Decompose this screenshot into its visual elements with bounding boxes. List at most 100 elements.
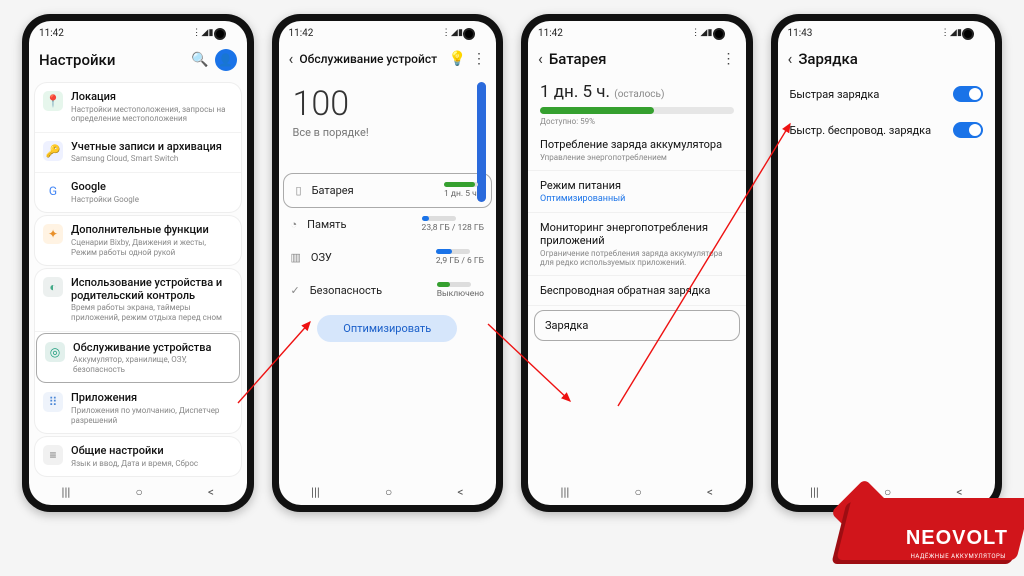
section-title: Зарядка [545, 319, 729, 332]
battery-sections: Потребление заряда аккумулятораУправлени… [528, 130, 746, 345]
metric-label: Безопасность [310, 284, 427, 297]
settings-item[interactable]: ⠿ Приложения Приложения по умолчанию, Ди… [35, 384, 241, 433]
settings-group: 📍 Локация Настройки местоположения, запр… [35, 83, 241, 212]
settings-group: ≡ Общие настройки Язык и ввод, Дата и вр… [35, 437, 241, 476]
toggle-switch[interactable] [953, 86, 983, 102]
recents-button[interactable]: ||| [62, 485, 71, 499]
item-subtitle: Настройки местоположения, запросы на опр… [71, 105, 233, 124]
back-icon[interactable]: ‹ [788, 49, 793, 68]
clock: 11:43 [788, 28, 813, 39]
camera-cutout [214, 28, 226, 40]
nav-bar: ||| ○ < [528, 479, 746, 505]
metric-value: 1 дн. 5 ч. [444, 189, 479, 199]
settings-item[interactable]: 🔑 Учетные записи и архивация Samsung Clo… [35, 133, 241, 173]
optimize-button[interactable]: Оптимизировать [317, 315, 457, 342]
section-title: Беспроводная обратная зарядка [540, 284, 734, 297]
item-subtitle: Аккумулятор, хранилище, ОЗУ, безопасност… [73, 355, 231, 374]
camera-cutout [463, 28, 475, 40]
status-icons: ⋮ ◢ ▮ [691, 28, 711, 38]
toggle-list: Быстрая зарядка Быстр. беспровод. зарядк… [778, 76, 996, 148]
lightbulb-icon[interactable]: 💡 [449, 51, 466, 67]
page-title: Батарея [549, 50, 716, 68]
battery-section[interactable]: Мониторинг энергопотребления приложений О… [528, 213, 746, 276]
toggle-label: Быстр. беспровод. зарядка [790, 124, 954, 137]
neovolt-logo: NEOVOLT НАДЁЖНЫЕ АККУМУЛЯТОРЫ [834, 472, 1024, 568]
score-block: 100 Все в порядке! [279, 76, 497, 139]
search-icon[interactable]: 🔍 [191, 52, 208, 68]
more-icon[interactable]: ⋮ [722, 51, 736, 67]
header: ‹ Обслуживание устройст 💡 ⋮ [279, 45, 497, 76]
back-icon[interactable]: ‹ [538, 49, 543, 68]
battery-summary: 1 дн. 5 ч. (осталось) Доступно: 59% [528, 76, 746, 130]
back-icon[interactable]: ‹ [289, 49, 294, 68]
settings-group: ✦ Дополнительные функции Сценарии Bixby,… [35, 216, 241, 265]
item-icon: G [43, 181, 63, 201]
settings-item[interactable]: ◐ Использование устройства и родительски… [35, 269, 241, 331]
score-value: 100 [293, 84, 483, 124]
settings-item[interactable]: 📍 Локация Настройки местоположения, запр… [35, 83, 241, 133]
metric-list: ▯ Батарея 1 дн. 5 ч.◔ Память 23,8 ГБ / 1… [279, 173, 497, 307]
nav-bar: ||| ○ < [29, 479, 247, 505]
camera-cutout [713, 28, 725, 40]
more-icon[interactable]: ⋮ [472, 51, 486, 67]
metric-label: Батарея [312, 184, 434, 197]
section-value: Оптимизированный [540, 194, 734, 204]
toggle-row[interactable]: Быстр. беспровод. зарядка [778, 112, 996, 148]
battery-section[interactable]: Режим питания Оптимизированный [528, 171, 746, 213]
avatar[interactable]: 👤 [215, 49, 237, 71]
phone-settings: 11:42 ⋮ ◢ ▮ Настройки 🔍 👤 📍 Локация Наст… [22, 14, 254, 512]
battery-section[interactable]: Зарядка [534, 310, 740, 341]
back-button[interactable]: < [208, 485, 214, 499]
remaining-suffix: (осталось) [614, 89, 664, 100]
clock: 11:42 [289, 28, 314, 39]
recents-button[interactable]: ||| [311, 485, 320, 499]
metric-row[interactable]: ◔ Память 23,8 ГБ / 128 ГБ [279, 208, 497, 241]
settings-item[interactable]: G Google Настройки Google [35, 173, 241, 212]
metric-label: ОЗУ [311, 251, 426, 264]
section-subtitle: Ограничение потребления заряда аккумулят… [540, 249, 734, 267]
item-icon: 📍 [43, 91, 63, 111]
logo-brand: NEOVOLT [906, 527, 1008, 550]
item-subtitle: Время работы экрана, таймеры приложений,… [71, 303, 233, 322]
item-icon: ✦ [43, 224, 63, 244]
home-button[interactable]: ○ [634, 485, 641, 499]
header: Настройки 🔍 👤 [29, 45, 247, 79]
home-button[interactable]: ○ [135, 485, 142, 499]
item-subtitle: Приложения по умолчанию, Диспетчер разре… [71, 406, 233, 425]
settings-list[interactable]: 📍 Локация Настройки местоположения, запр… [29, 79, 247, 479]
toggle-switch[interactable] [953, 122, 983, 138]
item-title: Общие настройки [71, 445, 233, 458]
section-title: Мониторинг энергопотребления приложений [540, 221, 734, 247]
back-button[interactable]: < [457, 485, 463, 499]
metric-row[interactable]: ▥ ОЗУ 2,9 ГБ / 6 ГБ [279, 241, 497, 274]
phone-battery: 11:42 ⋮ ◢ ▮ ‹ Батарея ⋮ 1 дн. 5 ч. (оста… [521, 14, 753, 512]
toggle-row[interactable]: Быстрая зарядка [778, 76, 996, 112]
back-button[interactable]: < [707, 485, 713, 499]
recents-button[interactable]: ||| [810, 485, 819, 499]
settings-item[interactable]: ✦ Дополнительные функции Сценарии Bixby,… [35, 216, 241, 265]
time-remaining: 1 дн. 5 ч. [540, 82, 610, 102]
status-icons: ⋮ ◢ ▮ [192, 28, 212, 38]
metric-bar [436, 249, 470, 254]
item-icon: ◎ [45, 342, 65, 362]
settings-item[interactable]: ◎ Обслуживание устройства Аккумулятор, х… [36, 333, 240, 384]
score-caption: Все в порядке! [293, 126, 483, 139]
item-title: Локация [71, 91, 233, 104]
settings-item[interactable]: ≡ Общие настройки Язык и ввод, Дата и вр… [35, 437, 241, 476]
metric-row[interactable]: ▯ Батарея 1 дн. 5 ч. [283, 173, 493, 208]
clock: 11:42 [538, 28, 563, 39]
header: ‹ Зарядка [778, 45, 996, 76]
section-title: Потребление заряда аккумулятора [540, 138, 734, 151]
item-title: Google [71, 181, 233, 194]
item-title: Обслуживание устройства [73, 342, 231, 355]
battery-section[interactable]: Потребление заряда аккумулятораУправлени… [528, 130, 746, 171]
home-button[interactable]: ○ [385, 485, 392, 499]
metric-row[interactable]: ✓ Безопасность Выключено [279, 274, 497, 307]
metric-icon: ▯ [296, 184, 302, 197]
section-title: Режим питания [540, 179, 734, 192]
battery-section[interactable]: Беспроводная обратная зарядка [528, 276, 746, 306]
recents-button[interactable]: ||| [561, 485, 570, 499]
clock: 11:42 [39, 28, 64, 39]
item-icon: ⠿ [43, 392, 63, 412]
item-subtitle: Samsung Cloud, Smart Switch [71, 154, 233, 164]
